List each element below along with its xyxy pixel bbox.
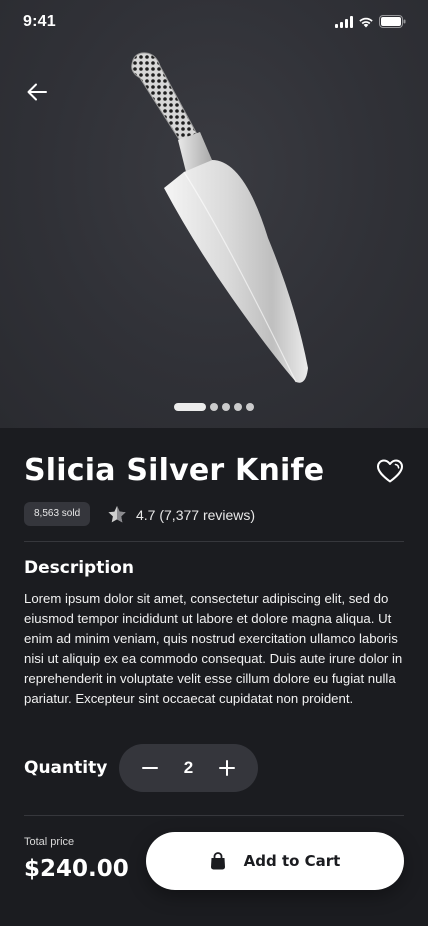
divider [24,815,404,816]
pager-dot[interactable] [210,403,218,411]
sold-count-badge: 8,563 sold [24,502,91,526]
heart-icon [377,459,403,483]
pager-dot-active[interactable] [174,403,206,411]
status-icons [335,15,406,28]
quantity-value: 2 [183,758,194,777]
image-pager[interactable] [0,403,428,411]
wifi-icon [359,17,373,27]
plus-icon [219,760,235,776]
signal-icon [335,15,353,28]
rating[interactable]: 4.7 (7,377 reviews) [107,505,255,524]
star-icon [108,506,126,523]
divider [24,541,404,542]
favorite-button[interactable] [376,458,404,484]
increment-button[interactable] [218,759,236,777]
minus-icon [142,767,158,769]
product-title: Slicia Silver Knife [24,453,325,488]
quantity-stepper: 2 [119,744,258,792]
total-price-label: Total price [24,836,75,848]
shopping-bag-icon [210,852,225,870]
status-time: 9:41 [23,13,56,30]
description-heading: Description [24,558,134,578]
add-to-cart-button[interactable]: Add to Cart [146,832,404,890]
rating-text: 4.7 (7,377 reviews) [136,506,256,523]
pager-dot[interactable] [246,403,254,411]
add-to-cart-label: Add to Cart [243,852,341,870]
total-price-value: $240.00 [24,856,129,882]
pager-dot[interactable] [222,403,230,411]
arrow-left-icon [27,83,47,101]
quantity-label: Quantity [24,758,108,778]
battery-icon [379,15,406,28]
description-text: Lorem ipsum dolor sit amet, consectetur … [24,591,403,706]
decrement-button[interactable] [141,759,159,777]
back-button[interactable] [24,80,52,104]
pager-dot[interactable] [234,403,242,411]
product-image [131,52,308,383]
product-image-area: 9:41 [0,0,428,428]
status-bar: 9:41 [0,0,428,44]
